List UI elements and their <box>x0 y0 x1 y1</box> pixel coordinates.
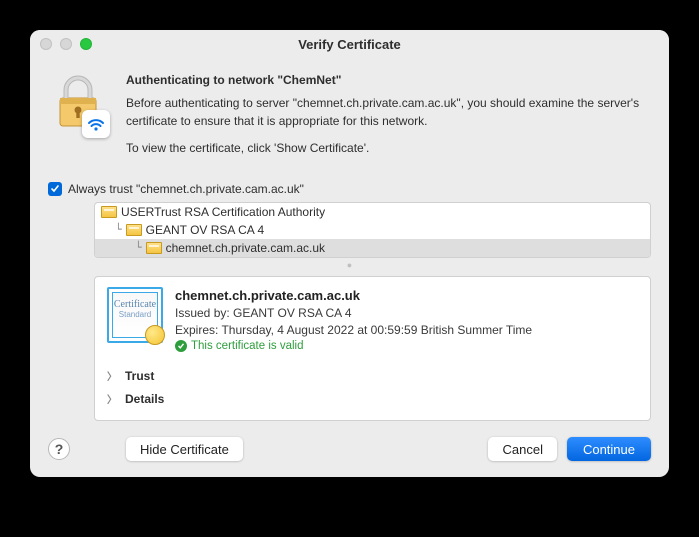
tree-row-root[interactable]: USERTrust RSA Certification Authority <box>95 203 650 221</box>
certificate-valid-row: This certificate is valid <box>175 338 638 354</box>
tree-row-intermediate[interactable]: └ GEANT OV RSA CA 4 <box>95 221 650 239</box>
certificate-expiry: Expires: Thursday, 4 August 2022 at 00:5… <box>175 322 638 339</box>
certificate-panel: Certificate Standard chemnet.ch.private.… <box>94 276 651 422</box>
certificate-issuer: Issued by: GEANT OV RSA CA 4 <box>175 305 638 322</box>
always-trust-checkbox[interactable] <box>48 182 62 196</box>
trust-disclosure[interactable]: 〉 Trust <box>107 364 638 387</box>
certificate-badge-icon: Certificate Standard <box>107 287 163 343</box>
details-disclosure-label: Details <box>125 392 164 406</box>
tree-branch-icon: └ <box>135 241 142 254</box>
seal-icon <box>145 325 165 345</box>
certificate-icon <box>146 242 162 254</box>
tree-branch-icon: └ <box>115 223 122 236</box>
certificate-name: chemnet.ch.private.cam.ac.uk <box>175 287 638 305</box>
lock-icon <box>48 72 108 144</box>
footer: ? Hide Certificate Cancel Continue <box>48 421 651 461</box>
always-trust-label: Always trust "chemnet.ch.private.cam.ac.… <box>68 182 304 196</box>
certificate-icon <box>126 224 142 236</box>
details-disclosure[interactable]: 〉 Details <box>107 387 638 410</box>
tree-leaf-label: chemnet.ch.private.cam.ac.uk <box>166 241 325 255</box>
chevron-right-icon: 〉 <box>107 391 117 406</box>
content: Authenticating to network "ChemNet" Befo… <box>30 58 669 477</box>
verify-certificate-window: Verify Certificate <box>30 30 669 477</box>
continue-button[interactable]: Continue <box>567 437 651 461</box>
window-title: Verify Certificate <box>30 37 669 52</box>
trust-disclosure-label: Trust <box>125 369 154 383</box>
wifi-icon <box>82 110 110 138</box>
resize-grip-icon[interactable]: ● <box>48 260 651 270</box>
tree-intermediate-label: GEANT OV RSA CA 4 <box>146 223 265 237</box>
tree-root-label: USERTrust RSA Certification Authority <box>121 205 325 219</box>
always-trust-row[interactable]: Always trust "chemnet.ch.private.cam.ac.… <box>48 182 651 196</box>
hide-certificate-button[interactable]: Hide Certificate <box>126 437 243 461</box>
certificate-chain-tree: USERTrust RSA Certification Authority └ … <box>94 202 651 258</box>
intro-body: Before authenticating to server "chemnet… <box>126 95 651 130</box>
intro-text: Authenticating to network "ChemNet" Befo… <box>126 72 651 168</box>
chevron-right-icon: 〉 <box>107 368 117 383</box>
help-button[interactable]: ? <box>48 438 70 460</box>
certificate-info: chemnet.ch.private.cam.ac.uk Issued by: … <box>175 287 638 355</box>
window-controls <box>40 38 92 50</box>
minimize-window-button[interactable] <box>60 38 72 50</box>
close-window-button[interactable] <box>40 38 52 50</box>
intro-heading: Authenticating to network "ChemNet" <box>126 72 651 89</box>
certificate-icon <box>101 206 117 218</box>
certificate-summary: Certificate Standard chemnet.ch.private.… <box>107 287 638 355</box>
titlebar: Verify Certificate <box>30 30 669 58</box>
intro-hint: To view the certificate, click 'Show Cer… <box>126 140 651 157</box>
cancel-button[interactable]: Cancel <box>488 437 556 461</box>
zoom-window-button[interactable] <box>80 38 92 50</box>
tree-row-leaf[interactable]: └ chemnet.ch.private.cam.ac.uk <box>95 239 650 257</box>
checkmark-icon <box>175 340 187 352</box>
certificate-valid-label: This certificate is valid <box>191 338 303 354</box>
intro-section: Authenticating to network "ChemNet" Befo… <box>48 72 651 168</box>
